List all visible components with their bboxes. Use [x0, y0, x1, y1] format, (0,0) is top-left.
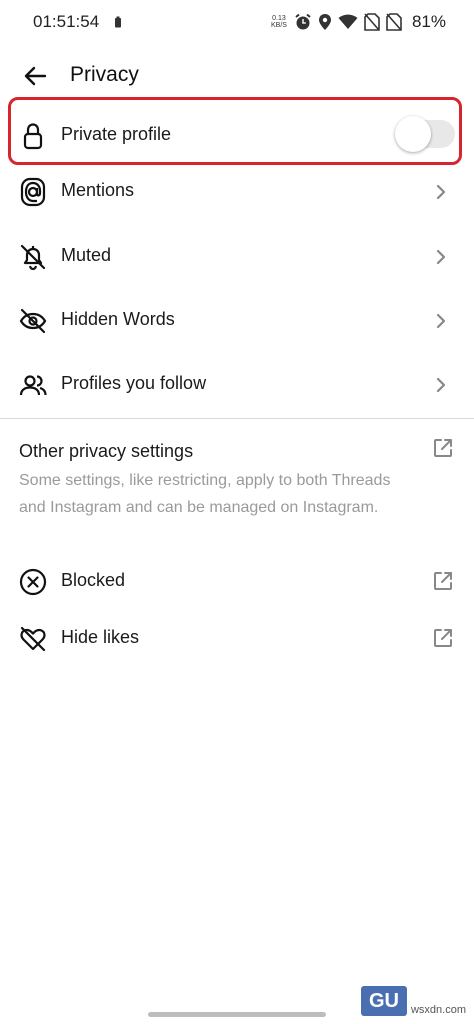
wifi-icon: [338, 14, 358, 30]
external-link-icon[interactable]: [432, 437, 454, 459]
muted-bell-icon: [18, 242, 48, 272]
battery-percent: 81%: [411, 12, 446, 31]
hidden-words-label: Hidden Words: [61, 309, 175, 329]
mentions-row[interactable]: Mentions: [0, 162, 474, 220]
other-privacy-settings-title[interactable]: Other privacy settings: [19, 441, 193, 462]
chevron-right-icon: [434, 376, 448, 394]
status-time: 01:51:54: [33, 12, 100, 31]
status-bar: 01:51:54 0.13 KB/S 81%: [0, 0, 474, 44]
external-link-icon: [432, 627, 454, 649]
other-privacy-description: Some settings, like restricting, apply t…: [19, 472, 391, 516]
private-profile-toggle[interactable]: [395, 114, 455, 154]
blocked-label: Blocked: [61, 570, 126, 590]
chevron-right-icon: [434, 183, 448, 201]
muted-label: Muted: [61, 245, 112, 265]
hide-likes-row[interactable]: Hide likes: [0, 609, 474, 667]
profiles-you-follow-label: Profiles you follow: [61, 373, 207, 393]
private-profile-label: Private profile: [61, 124, 172, 144]
back-button[interactable]: [20, 62, 50, 90]
page-title: Privacy: [70, 63, 139, 86]
mentions-label: Mentions: [61, 180, 135, 200]
lock-icon: [18, 121, 48, 151]
blocked-row[interactable]: Blocked: [0, 552, 474, 610]
battery-saver-icon: [114, 15, 122, 33]
watermark-logo: GU: [360, 986, 407, 1016]
watermark: GU wsxdn.com: [360, 986, 466, 1016]
blocked-x-circle-icon: [18, 567, 48, 597]
no-sim-icon: [364, 13, 380, 31]
home-indicator[interactable]: [148, 1012, 326, 1017]
watermark-site: wsxdn.com: [410, 1004, 466, 1016]
location-icon: [318, 13, 332, 31]
hide-likes-label: Hide likes: [61, 627, 140, 647]
people-icon: [18, 370, 48, 400]
eye-off-icon: [18, 306, 48, 336]
back-arrow-icon: [24, 66, 47, 86]
toggle-knob: [395, 116, 431, 152]
profiles-you-follow-row[interactable]: Profiles you follow: [0, 355, 474, 413]
network-speed-value: 0.13: [272, 15, 286, 22]
network-speed-unit: KB/S: [270, 22, 287, 29]
external-link-icon: [432, 570, 454, 592]
app-header: Privacy: [0, 48, 474, 104]
mention-at-icon: [18, 177, 48, 207]
chevron-right-icon: [434, 248, 448, 266]
muted-row[interactable]: Muted: [0, 227, 474, 285]
heart-off-icon: [18, 624, 48, 654]
no-sim-icon-2: [386, 13, 402, 31]
alarm-icon: [294, 13, 312, 31]
network-speed: 0.13 KB/S: [270, 15, 288, 29]
chevron-right-icon: [434, 312, 448, 330]
hidden-words-row[interactable]: Hidden Words: [0, 291, 474, 349]
section-divider: [0, 418, 474, 419]
